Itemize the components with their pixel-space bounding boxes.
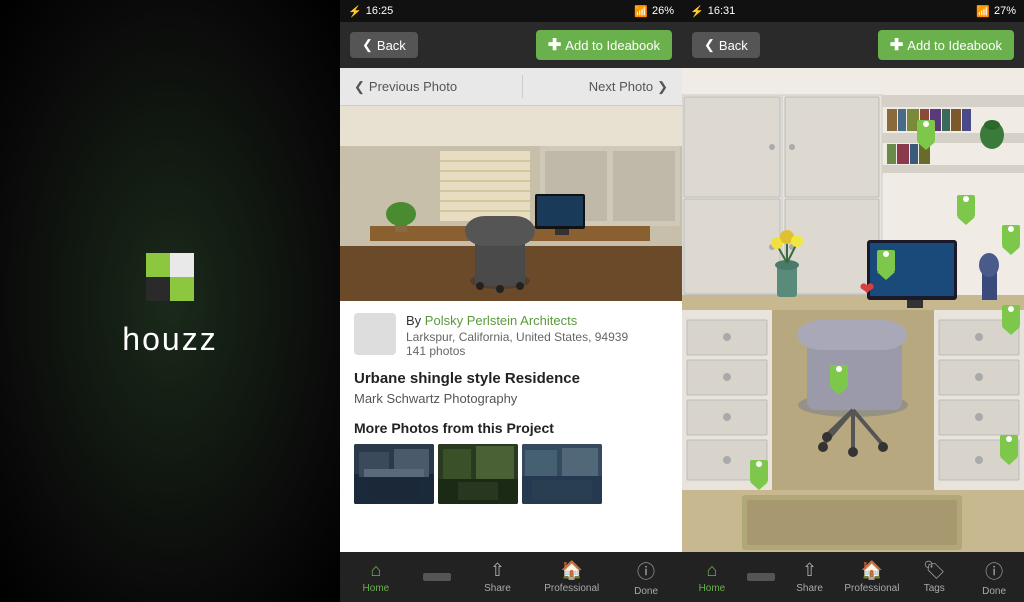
status-bar-2: ⚡ 16:25 📶 26% bbox=[340, 0, 682, 22]
status-right-2: 📶 26% bbox=[634, 5, 674, 18]
done-icon-3: ⓘ bbox=[985, 558, 1003, 584]
add-ideabook-button-2[interactable]: ✚ Add to Ideabook bbox=[536, 30, 672, 60]
battery-2: 26% bbox=[652, 5, 674, 17]
bottom-expand-3[interactable] bbox=[747, 573, 775, 581]
bottom-tags-3[interactable]: 🏷 Tags bbox=[909, 560, 959, 594]
author-photos: 141 photos bbox=[406, 344, 668, 358]
thumbnail-2[interactable] bbox=[438, 444, 518, 504]
status-time-3: 16:31 bbox=[708, 5, 736, 17]
bottom-share-3[interactable]: ⇧ Share bbox=[785, 560, 835, 594]
project-title: Urbane shingle style Residence bbox=[354, 370, 668, 387]
back-chevron-2: ❮ bbox=[362, 37, 373, 53]
tags-icon-3: 🏷 bbox=[923, 560, 946, 581]
wifi-icon-3: 📶 bbox=[976, 5, 990, 18]
thumb-1-svg bbox=[354, 444, 434, 504]
prev-chevron: ❮ bbox=[354, 79, 365, 95]
bottom-share-2[interactable]: ⇧ Share bbox=[472, 560, 522, 594]
top-bar-3: ❮ Back ✚ Add to Ideabook bbox=[682, 22, 1024, 68]
nav-divider bbox=[522, 75, 523, 97]
full-photo-view[interactable]: ❤ bbox=[682, 68, 1024, 552]
status-bar-3: ⚡ 16:31 📶 27% bbox=[682, 0, 1024, 22]
battery-3: 27% bbox=[994, 5, 1016, 17]
status-time-2: 16:25 bbox=[366, 5, 394, 17]
share-icon-3: ⇧ bbox=[802, 560, 817, 581]
bottom-home-2[interactable]: ⌂ Home bbox=[351, 560, 401, 594]
svg-text:❤: ❤ bbox=[859, 279, 874, 299]
next-chevron: ❯ bbox=[657, 79, 668, 95]
thumb-3-svg bbox=[522, 444, 602, 504]
app-title: houzz bbox=[122, 321, 217, 358]
plus-icon-2: ✚ bbox=[548, 35, 561, 55]
wifi-icon-2: 📶 bbox=[634, 5, 648, 18]
thumb-2-svg bbox=[438, 444, 518, 504]
more-photos-title: More Photos from this Project bbox=[354, 420, 668, 436]
top-bar-2: ❮ Back ✚ Add to Ideabook bbox=[340, 22, 682, 68]
photographer: Mark Schwartz Photography bbox=[354, 391, 668, 406]
bottom-done-2[interactable]: ⓘ Done bbox=[621, 558, 671, 597]
next-photo-button[interactable]: Next Photo ❯ bbox=[575, 68, 682, 105]
professional-icon-3: 🏠 bbox=[861, 560, 883, 581]
houzz-logo: houzz bbox=[122, 245, 217, 358]
back-button-2[interactable]: ❮ Back bbox=[350, 32, 418, 58]
professional-icon-2: 🏠 bbox=[561, 560, 583, 581]
done-icon-2: ⓘ bbox=[637, 558, 655, 584]
author-link[interactable]: Polsky Perlstein Architects bbox=[425, 313, 577, 328]
bottom-bar-3: ⌂ Home ⇧ Share 🏠 Professional 🏷 Tags ⓘ D… bbox=[682, 552, 1024, 602]
thumbnail-1[interactable] bbox=[354, 444, 434, 504]
back-button-3[interactable]: ❮ Back bbox=[692, 32, 760, 58]
houzz-icon bbox=[138, 245, 202, 309]
bottom-bar-2: ⌂ Home ⇧ Share 🏠 Professional ⓘ Done bbox=[340, 552, 682, 602]
add-ideabook-button-3[interactable]: ✚ Add to Ideabook bbox=[878, 30, 1014, 60]
room-svg bbox=[340, 106, 682, 301]
status-left-3: ⚡ 16:31 bbox=[690, 5, 735, 18]
author-location: Larkspur, California, United States, 949… bbox=[406, 330, 668, 344]
main-photo[interactable] bbox=[340, 106, 682, 301]
thumbnail-3[interactable] bbox=[522, 444, 602, 504]
splash-panel: houzz bbox=[0, 0, 340, 602]
bottom-professional-2[interactable]: 🏠 Professional bbox=[544, 560, 599, 594]
back-chevron-3: ❮ bbox=[704, 37, 715, 53]
usb-icon-3: ⚡ bbox=[690, 5, 704, 18]
plus-icon-3: ✚ bbox=[890, 35, 903, 55]
bottom-expand-2[interactable] bbox=[423, 573, 451, 581]
full-photo-panel: ⚡ 16:31 📶 27% ❮ Back ✚ Add to Ideabook bbox=[682, 0, 1024, 602]
photo-detail-panel: ⚡ 16:25 📶 26% ❮ Back ✚ Add to Ideabook ❮… bbox=[340, 0, 682, 602]
info-section: By Polsky Perlstein Architects Larkspur,… bbox=[340, 301, 682, 552]
avatar bbox=[354, 313, 396, 355]
bottom-done-3[interactable]: ⓘ Done bbox=[969, 558, 1019, 597]
full-room-svg: ❤ bbox=[682, 68, 1024, 552]
author-by-text: By Polsky Perlstein Architects bbox=[406, 313, 668, 328]
photo-nav-2: ❮ Previous Photo Next Photo ❯ bbox=[340, 68, 682, 106]
bottom-home-3[interactable]: ⌂ Home bbox=[687, 560, 737, 594]
photo-interior bbox=[340, 106, 682, 301]
prev-photo-button[interactable]: ❮ Previous Photo bbox=[340, 68, 471, 105]
author-info: By Polsky Perlstein Architects Larkspur,… bbox=[406, 313, 668, 358]
share-icon-2: ⇧ bbox=[490, 560, 505, 581]
author-row: By Polsky Perlstein Architects Larkspur,… bbox=[354, 313, 668, 358]
bottom-professional-3[interactable]: 🏠 Professional bbox=[844, 560, 899, 594]
status-left-2: ⚡ 16:25 bbox=[348, 5, 393, 18]
usb-icon: ⚡ bbox=[348, 5, 362, 18]
home-icon-3: ⌂ bbox=[706, 560, 717, 581]
status-right-3: 📶 27% bbox=[976, 5, 1016, 18]
home-icon-2: ⌂ bbox=[370, 560, 381, 581]
thumbnails-row bbox=[354, 444, 668, 504]
